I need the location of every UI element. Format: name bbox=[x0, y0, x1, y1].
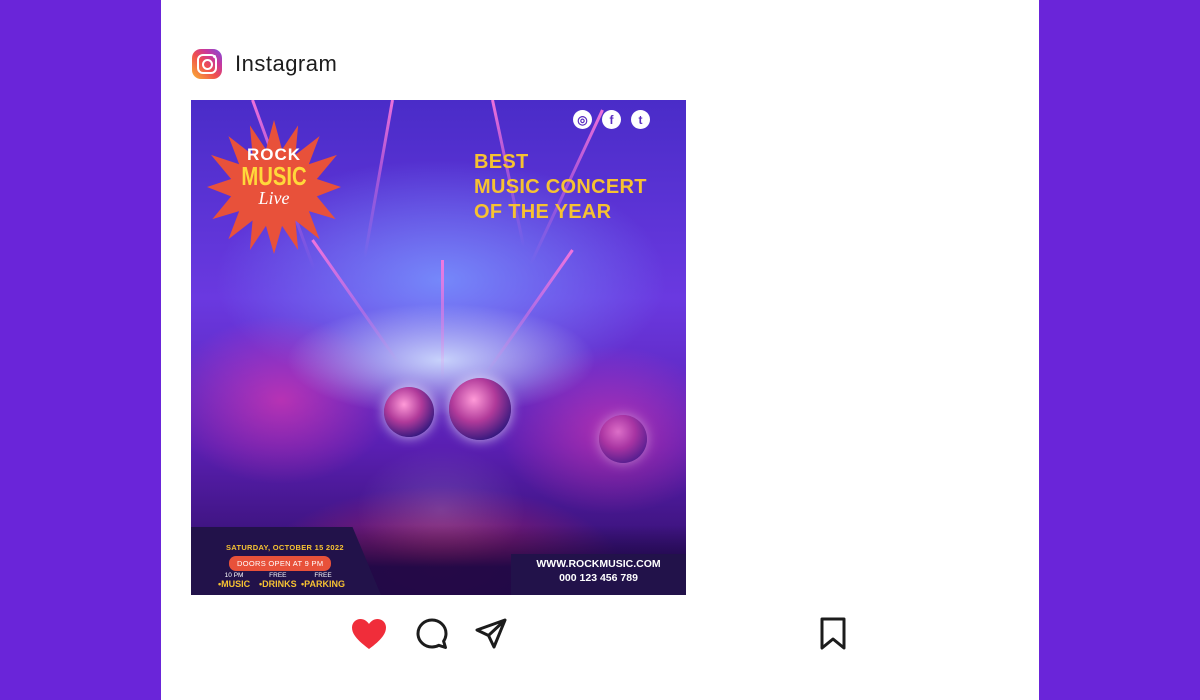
like-button[interactable] bbox=[351, 616, 387, 652]
facebook-icon: f bbox=[602, 110, 621, 129]
comment-icon bbox=[416, 618, 448, 649]
share-button[interactable] bbox=[473, 616, 509, 652]
feature-label: •DRINKS bbox=[259, 579, 297, 589]
share-icon bbox=[475, 618, 507, 649]
feature-label: •MUSIC bbox=[218, 579, 251, 589]
feature-music: 10 PM •MUSIC bbox=[218, 572, 250, 589]
logo-line-live: Live bbox=[258, 188, 290, 208]
post-image[interactable]: ROCK MUSIC Live ◎ f t BEST MUSIC CONCERT… bbox=[191, 100, 686, 595]
website-text: WWW.ROCKMUSIC.COM bbox=[536, 558, 661, 570]
stage-globe bbox=[384, 387, 434, 437]
social-icons: ◎ f t bbox=[573, 110, 650, 129]
heart-icon bbox=[352, 619, 386, 649]
bookmark-icon bbox=[820, 617, 846, 650]
headline-line-2: MUSIC CONCERT bbox=[474, 176, 647, 198]
stage-globe bbox=[449, 378, 511, 440]
feature-label: •PARKING bbox=[301, 579, 345, 589]
headline: BEST MUSIC CONCERT OF THE YEAR bbox=[474, 150, 647, 225]
post-actions bbox=[351, 616, 851, 652]
logo-line-music: MUSIC bbox=[241, 161, 307, 191]
headline-line-3: OF THE YEAR bbox=[474, 201, 612, 223]
feature-drinks: FREE •DRINKS bbox=[259, 572, 297, 589]
instagram-logo-icon[interactable] bbox=[192, 49, 222, 79]
phone-text: 000 123 456 789 bbox=[559, 572, 638, 584]
feature-note: 10 PM bbox=[224, 572, 244, 579]
app-name: Instagram bbox=[235, 51, 338, 76]
feature-parking: FREE •PARKING bbox=[301, 572, 345, 589]
save-button[interactable] bbox=[815, 616, 851, 652]
feature-note: FREE bbox=[314, 572, 332, 579]
instagram-icon: ◎ bbox=[573, 110, 592, 129]
post-header: Instagram bbox=[192, 48, 337, 80]
twitter-icon: t bbox=[631, 110, 650, 129]
headline-line-1: BEST bbox=[474, 151, 529, 173]
comment-button[interactable] bbox=[414, 616, 450, 652]
doors-badge: DOORS OPEN AT 9 PM bbox=[229, 556, 332, 571]
contact-panel: WWW.ROCKMUSIC.COM 000 123 456 789 bbox=[511, 554, 686, 595]
stage-globe bbox=[599, 415, 647, 463]
feature-note: FREE bbox=[269, 572, 287, 579]
event-logo: ROCK MUSIC Live bbox=[207, 146, 341, 207]
event-date: SATURDAY, OCTOBER 15 2022 bbox=[226, 543, 344, 552]
